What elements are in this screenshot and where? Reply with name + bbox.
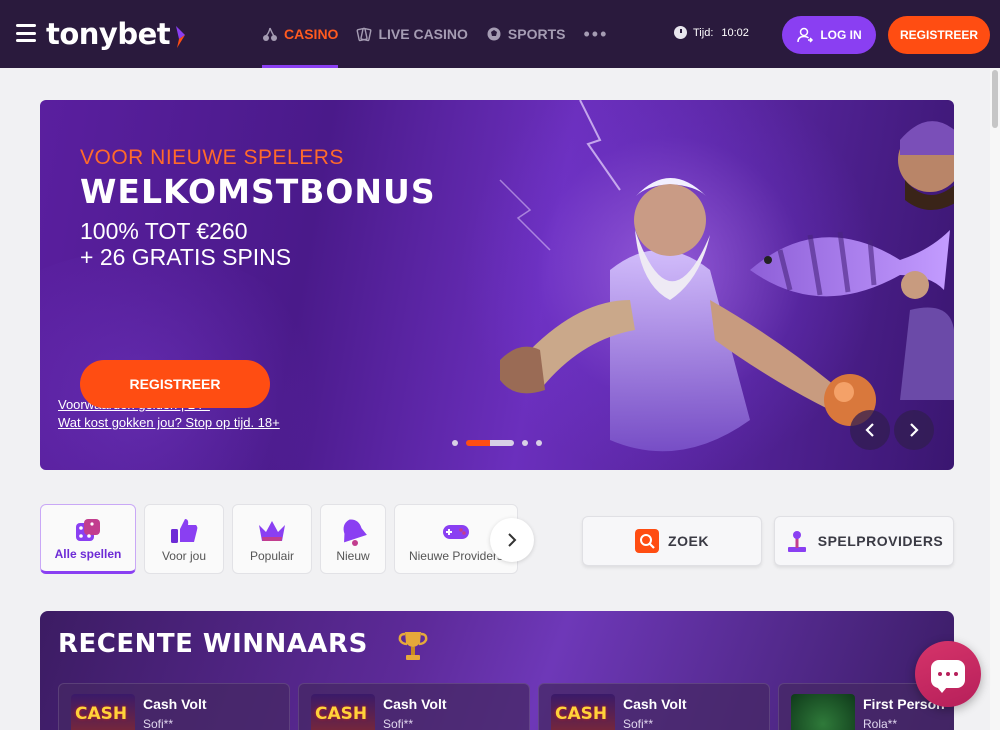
banner-offer-line1: 100% TOT €260 [80, 218, 248, 244]
gamepad-icon [443, 525, 469, 539]
login-button[interactable]: LOG IN [782, 16, 876, 54]
time-value: 10:02 [721, 26, 749, 39]
time-label: Tijd: [693, 26, 714, 39]
nav-live-casino[interactable]: LIVE CASINO [356, 0, 468, 68]
top-header: tonybet CASINO LIVE CASINO SPORTS ••• Ti… [0, 0, 1000, 68]
winner-user: Sofi** [143, 717, 174, 730]
winner-game: Cash Volt [383, 696, 447, 712]
search-label: ZOEK [668, 533, 709, 549]
clock-display: Tijd: 10:02 [674, 26, 749, 39]
game-thumbnail: CASH [311, 694, 375, 730]
carousel-dot[interactable] [452, 440, 458, 446]
thumb-text: CASH [555, 704, 608, 724]
live-chat-button[interactable] [915, 641, 981, 707]
page-scrollbar[interactable] [990, 68, 1000, 730]
category-label: Nieuwe Providers [408, 549, 504, 563]
winner-game: Cash Volt [143, 696, 207, 712]
category-bar: Alle spellen Voor jou Populair Nieuw Nie… [40, 504, 530, 578]
winner-card[interactable]: CASH Cash Volt Sofi** [298, 683, 530, 730]
ball-icon [486, 26, 502, 42]
trophy-icon [398, 632, 428, 660]
category-label: Alle spellen [54, 547, 122, 561]
categories-next-button[interactable] [490, 518, 534, 562]
winner-user: Rola** [863, 717, 898, 730]
carousel-dot[interactable] [522, 440, 528, 446]
category-for-you[interactable]: Voor jou [144, 504, 224, 574]
cards-icon [356, 26, 372, 42]
logo-mark-icon [173, 22, 187, 48]
scroll-thumb[interactable] [992, 70, 998, 128]
crown-icon [259, 521, 285, 541]
nav-label: LIVE CASINO [378, 26, 468, 42]
login-label: LOG IN [820, 28, 862, 42]
chevron-right-icon [508, 533, 517, 547]
nav-label: SPORTS [507, 26, 566, 42]
nav-sports[interactable]: SPORTS [486, 0, 566, 68]
chevron-left-icon [865, 423, 874, 437]
winner-game: Cash Volt [623, 696, 687, 712]
winner-card[interactable]: CASH Cash Volt Sofi** [538, 683, 770, 730]
category-label: Voor jou [161, 549, 207, 563]
dice-icon [76, 519, 100, 541]
thumb-text: CASH [75, 704, 128, 724]
carousel-next-button[interactable] [894, 410, 934, 450]
carousel-prev-button[interactable] [850, 410, 890, 450]
user-icon [796, 27, 814, 43]
providers-button[interactable]: SPELPROVIDERS [774, 516, 954, 566]
cherries-icon [262, 26, 278, 42]
carousel-dots [452, 440, 550, 446]
category-all-games[interactable]: Alle spellen [40, 504, 136, 574]
responsible-gambling-link[interactable]: Wat kost gokken jou? Stop op tijd. 18+ [58, 415, 280, 430]
carousel-dot[interactable] [536, 440, 542, 446]
thumbs-up-icon [171, 519, 198, 543]
menu-icon[interactable] [16, 24, 36, 42]
providers-label: SPELPROVIDERS [817, 533, 944, 549]
banner-title: WELKOMSTBONUS [80, 172, 436, 211]
winner-user: Sofi** [623, 717, 654, 730]
category-new[interactable]: Nieuw [320, 504, 386, 574]
section-title: RECENTE WINNAARS [58, 629, 368, 659]
winner-card[interactable]: CASH Cash Volt Sofi** [58, 683, 290, 730]
search-icon [635, 529, 660, 553]
clock-icon [674, 26, 687, 39]
winner-user: Sofi** [383, 717, 414, 730]
nav-label: CASINO [284, 26, 339, 42]
game-thumbnail: CASH [551, 694, 615, 730]
banner-register-button[interactable]: REGISTREER [80, 360, 270, 408]
nav-casino[interactable]: CASINO [262, 0, 339, 68]
promo-banner[interactable]: VOOR NIEUWE SPELERS WELKOMSTBONUS 100% T… [40, 100, 954, 470]
recent-winners-section: RECENTE WINNAARS CASH Cash Volt Sofi** C… [40, 611, 954, 730]
logo-text: tonybet [46, 17, 171, 51]
category-popular[interactable]: Populair [232, 504, 312, 574]
game-thumbnail: CASH [71, 694, 135, 730]
banner-offer-line2: + 26 GRATIS SPINS [80, 244, 292, 270]
carousel-dot-active[interactable] [466, 440, 514, 446]
chat-bubble-icon [931, 660, 965, 693]
bell-icon [343, 519, 367, 546]
category-label: Nieuw [336, 549, 370, 563]
banner-subtitle: VOOR NIEUWE SPELERS [80, 146, 344, 169]
more-dots-icon[interactable]: ••• [584, 24, 609, 45]
chevron-right-icon [910, 423, 919, 437]
search-button[interactable]: ZOEK [582, 516, 762, 566]
logo[interactable]: tonybet [46, 16, 187, 52]
thumb-text: CASH [315, 704, 368, 724]
category-label: Populair [249, 549, 295, 563]
game-thumbnail [791, 694, 855, 730]
joystick-icon [787, 531, 806, 552]
register-button[interactable]: REGISTREER [888, 16, 990, 54]
main-nav: CASINO LIVE CASINO SPORTS ••• [262, 0, 608, 68]
